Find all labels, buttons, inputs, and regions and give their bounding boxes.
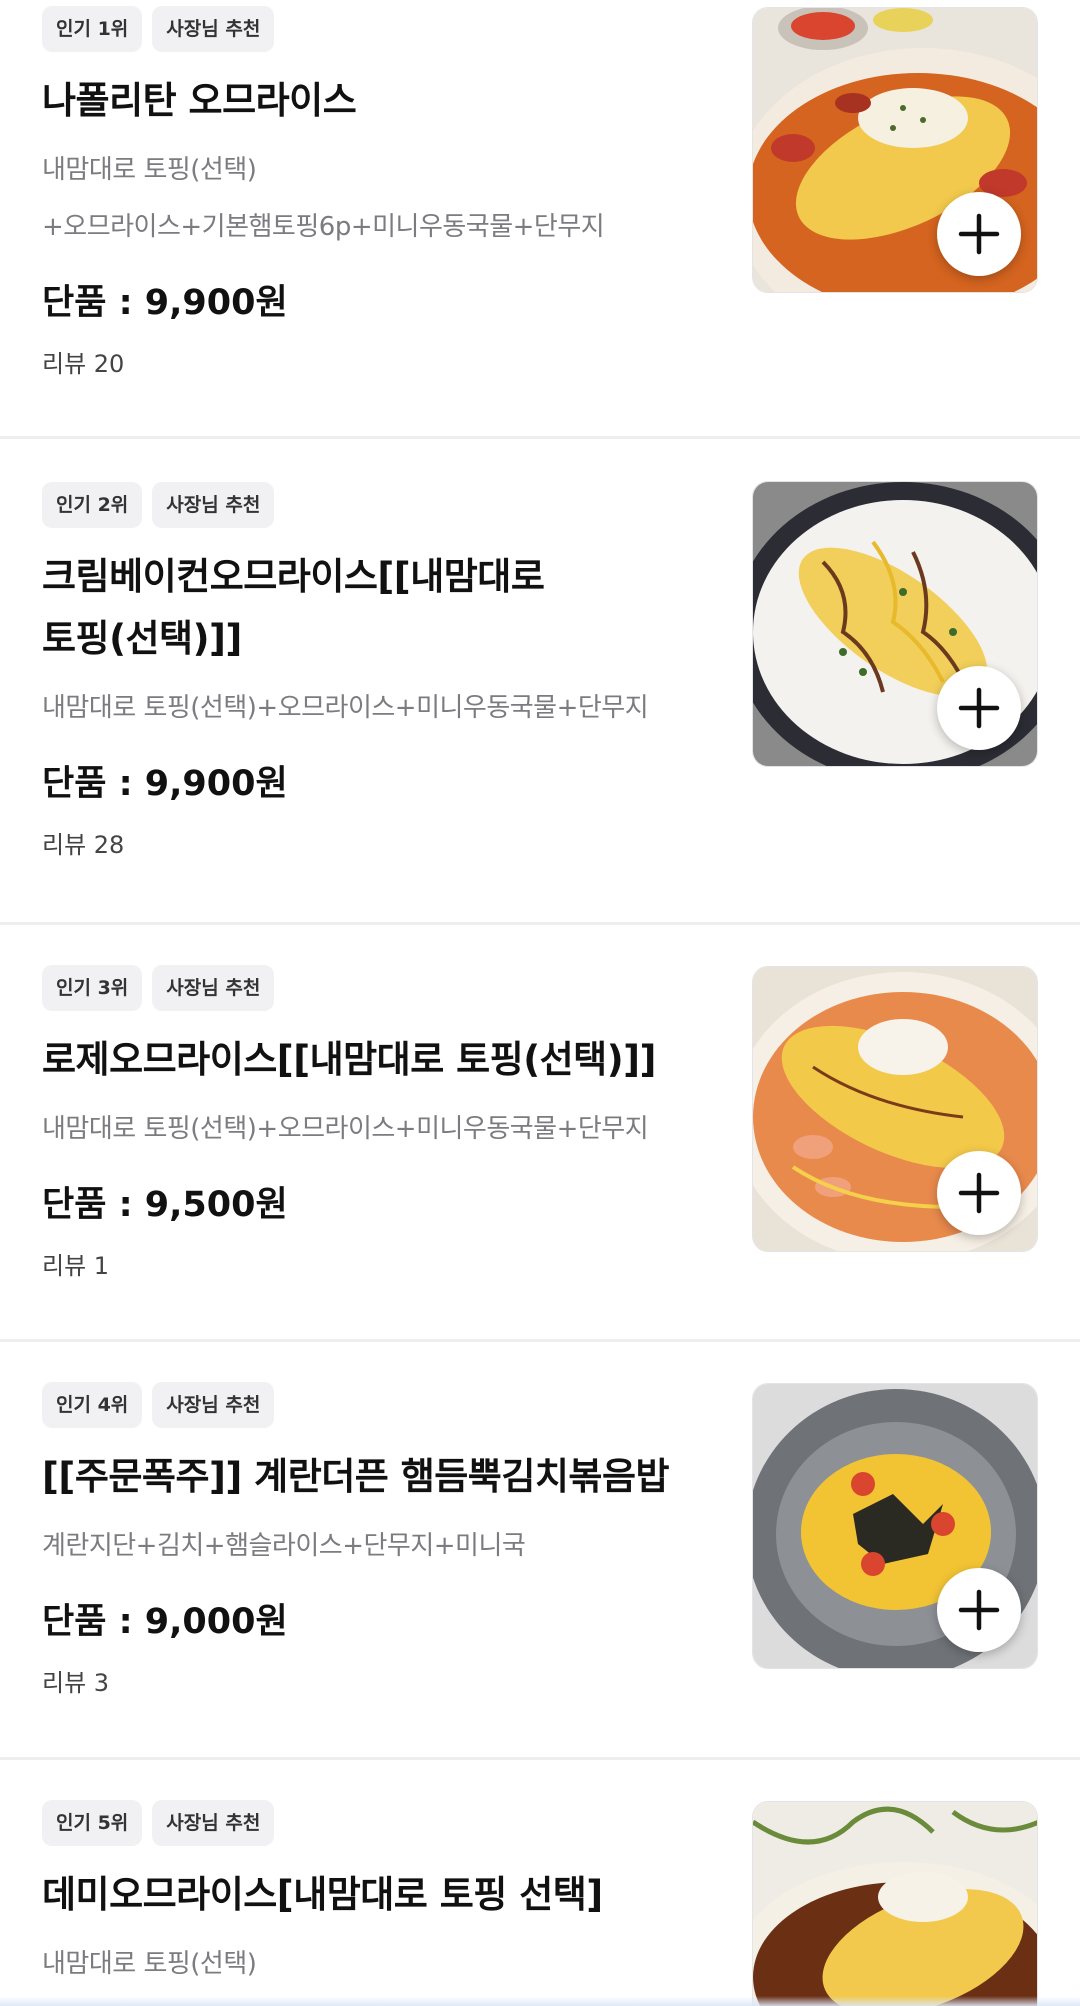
item-price: 단품 : 9,900원 [42,764,288,804]
rank-tag: 인기 5위 [42,1800,143,1846]
item-price: 단품 : 9,500원 [42,1185,288,1225]
menu-item-info: 인기 4위 사장님 추천 [[주문폭주]] 계란더픈 햄듬뿍김치볶음밥 계란지단… [42,1382,692,1703]
menu-item-2[interactable]: 인기 2위 사장님 추천 크림베이컨오므라이스[[내맘대로 토핑(선택)]] 내… [0,439,1080,925]
plus-icon [958,213,1000,255]
item-description: 내맘대로 토핑(선택) [42,1936,692,1993]
item-review-count[interactable]: 리뷰 28 [42,825,692,865]
item-name: 크림베이컨오므라이스[[내맘대로 토핑(선택)]] [42,546,692,670]
add-to-cart-button[interactable] [937,666,1021,750]
recommend-tag: 사장님 추천 [152,6,275,52]
tag-row: 인기 4위 사장님 추천 [42,1382,692,1428]
add-to-cart-button[interactable] [937,1568,1021,1652]
item-name: [[주문폭주]] 계란더픈 햄듬뿍김치볶음밥 [42,1455,670,1498]
recommend-tag: 사장님 추천 [152,1800,275,1846]
menu-list: 인기 1위 사장님 추천 나폴리탄 오므라이스 내맘대로 토핑(선택) +오므라… [0,0,1080,2006]
menu-item-5[interactable]: 인기 5위 사장님 추천 데미오므라이스[내맘대로 토핑 선택] 내맘대로 토핑… [0,1760,1080,2006]
menu-item-photo[interactable] [752,1383,1038,1669]
item-description-line: 내맘대로 토핑(선택)+오므라이스+미니우동국물+단무지 [42,1114,649,1144]
item-description-line: 내맘대로 토핑(선택)+오므라이스+미니우동국물+단무지 [42,693,649,723]
add-to-cart-button[interactable] [937,1151,1021,1235]
rank-tag: 인기 4위 [42,1382,143,1428]
item-name: 데미오므라이스[내맘대로 토핑 선택] [42,1873,603,1916]
item-name: 로제오므라이스[[내맘대로 토핑(선택)]] [42,1038,656,1081]
item-review-count[interactable]: 리뷰 3 [42,1663,692,1703]
menu-item-photo[interactable] [752,7,1038,293]
tag-row: 인기 2위 사장님 추천 [42,482,692,528]
menu-item-info: 인기 1위 사장님 추천 나폴리탄 오므라이스 내맘대로 토핑(선택) +오므라… [42,6,692,384]
item-review-count[interactable]: 리뷰 1 [42,1246,692,1286]
recommend-tag: 사장님 추천 [152,482,275,528]
item-description: 계란지단+김치+햄슬라이스+단무지+미니국 [42,1518,692,1575]
item-name: 나폴리탄 오므라이스 [42,79,357,122]
scroll-fade [0,1996,1080,2006]
item-description: 내맘대로 토핑(선택)+오므라이스+미니우동국물+단무지 [42,680,692,737]
menu-item-1[interactable]: 인기 1위 사장님 추천 나폴리탄 오므라이스 내맘대로 토핑(선택) +오므라… [0,0,1080,439]
item-description-line: 계란지단+김치+햄슬라이스+단무지+미니국 [42,1531,526,1561]
item-name-line: 크림베이컨오므라이스[[내맘대로 [42,555,545,598]
demi-omurice-photo-icon [753,1802,1037,2006]
item-description-line: 내맘대로 토핑(선택) [42,1949,257,1979]
menu-item-info: 인기 5위 사장님 추천 데미오므라이스[내맘대로 토핑 선택] 내맘대로 토핑… [42,1800,692,1993]
menu-item-info: 인기 3위 사장님 추천 로제오므라이스[[내맘대로 토핑(선택)]] 내맘대로… [42,965,692,1286]
menu-item-photo[interactable] [752,1801,1038,2006]
tag-row: 인기 5위 사장님 추천 [42,1800,692,1846]
item-price: 단품 : 9,000원 [42,1602,288,1642]
tag-row: 인기 3위 사장님 추천 [42,965,692,1011]
plus-icon [958,687,1000,729]
item-description: 내맘대로 토핑(선택)+오므라이스+미니우동국물+단무지 [42,1101,692,1158]
item-review-count[interactable]: 리뷰 20 [42,344,692,384]
menu-item-photo[interactable] [752,966,1038,1252]
rank-tag: 인기 1위 [42,6,143,52]
menu-item-3[interactable]: 인기 3위 사장님 추천 로제오므라이스[[내맘대로 토핑(선택)]] 내맘대로… [0,925,1080,1342]
item-description-line: 내맘대로 토핑(선택) [42,155,257,185]
plus-icon [958,1172,1000,1214]
recommend-tag: 사장님 추천 [152,1382,275,1428]
tag-row: 인기 1위 사장님 추천 [42,6,692,52]
item-price: 단품 : 9,900원 [42,283,288,323]
recommend-tag: 사장님 추천 [152,965,275,1011]
menu-item-photo[interactable] [752,481,1038,767]
menu-item-4[interactable]: 인기 4위 사장님 추천 [[주문폭주]] 계란더픈 햄듬뿍김치볶음밥 계란지단… [0,1342,1080,1760]
rank-tag: 인기 3위 [42,965,143,1011]
rank-tag: 인기 2위 [42,482,143,528]
item-description-line: +오므라이스+기본햄토핑6p+미니우동국물+단무지 [42,212,605,242]
item-description: 내맘대로 토핑(선택) +오므라이스+기본햄토핑6p+미니우동국물+단무지 [42,142,692,256]
item-name-line: 토핑(선택)]] [42,617,242,660]
plus-icon [958,1589,1000,1631]
menu-item-info: 인기 2위 사장님 추천 크림베이컨오므라이스[[내맘대로 토핑(선택)]] 내… [42,482,692,865]
add-to-cart-button[interactable] [937,192,1021,276]
